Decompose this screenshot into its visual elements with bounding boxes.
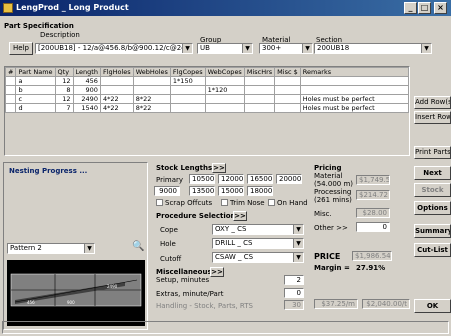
title-bar: LengProd _ Long Product — [0, 0, 451, 16]
insert-row-button[interactable]: Insert Row(s) — [414, 111, 451, 124]
material-cost-field: $1,749.52 — [356, 175, 390, 185]
pricing-heading: Pricing — [314, 164, 342, 172]
stock-length-field[interactable]: 12000 — [218, 174, 244, 184]
price-label: PRICE — [314, 252, 341, 261]
app-icon — [3, 3, 13, 13]
stock-length-field[interactable]: 18000 — [247, 186, 273, 196]
trim-nose-checkbox[interactable] — [221, 199, 228, 206]
setups-field[interactable]: 2 — [284, 275, 304, 285]
processing-cost-field: $214.72 — [356, 190, 390, 200]
col-header[interactable]: FlgHoles — [99, 67, 134, 77]
status-bar — [2, 321, 449, 334]
col-header[interactable]: Remarks — [299, 67, 410, 77]
options-button[interactable]: Options — [414, 201, 451, 215]
stock-button: Stock — [414, 183, 451, 197]
cut-list-button[interactable]: Cut-List — [414, 243, 451, 257]
price-field: $1,986.54 — [352, 251, 392, 261]
hole-dropdown[interactable]: DRILL _ CS ▼ — [212, 238, 304, 249]
group-dropdown[interactable]: UB ▼ — [197, 43, 253, 54]
handling-label: Handling - Stock, Parts, RTS — [156, 302, 253, 310]
table-row[interactable]: d 7 1540 4*22 8*22 Holes must be perfect — [4, 103, 410, 113]
procedure-more-button[interactable]: >> — [233, 211, 247, 221]
on-hand-checkbox[interactable] — [268, 199, 275, 206]
cope-label: Cope — [160, 226, 178, 234]
col-header[interactable]: WebCopes — [204, 67, 245, 77]
nesting-progress-label: Nesting Progress ... — [9, 167, 88, 175]
description-label: Description — [40, 31, 80, 39]
col-header[interactable]: Qty — [54, 67, 74, 77]
close-button[interactable]: × — [434, 2, 447, 14]
stock-length-field[interactable]: 9000 — [154, 186, 180, 196]
col-header[interactable]: FlgCopes — [169, 67, 206, 77]
nest-preview: 456 900 2490 — [7, 260, 145, 326]
cutoff-dropdown[interactable]: CSAW _ CS ▼ — [212, 252, 304, 263]
ok-button[interactable]: OK — [414, 299, 451, 313]
table-row[interactable]: a 12 456 1*150 — [4, 76, 410, 86]
procedure-heading: Procedure Selection — [156, 212, 236, 220]
processing-label: Processing — [314, 188, 352, 196]
price-per-metre-field: $37.25/m — [314, 299, 358, 309]
add-row-button[interactable]: Add Row(s) — [414, 96, 451, 109]
parts-table[interactable]: # Part Name Qty Length FlgHoles WebHoles… — [4, 67, 410, 113]
nest-label: 456 — [27, 300, 35, 305]
maximize-button[interactable]: □ — [418, 2, 431, 14]
summary-button[interactable]: Summary — [414, 224, 451, 238]
col-header[interactable]: Part Name — [15, 67, 56, 77]
misc-cost-field: $28.00 — [356, 208, 390, 218]
material-length-label: (54.000 m) — [314, 180, 353, 188]
window-title: LengProd _ Long Product — [16, 3, 129, 12]
table-row[interactable]: c 12 2490 4*22 8*22 Holes must be perfect — [4, 94, 410, 104]
cutoff-label: Cutoff — [160, 255, 182, 263]
stock-length-field[interactable]: 20000 — [276, 174, 302, 184]
other-cost-field[interactable]: 0 — [356, 222, 390, 232]
section-dropdown[interactable]: 200UB18 ▼ — [314, 43, 432, 54]
on-hand-label: On Hand — [277, 199, 308, 207]
zoom-icon[interactable]: 🔍 — [132, 241, 144, 253]
material-cost-label: Material — [314, 172, 343, 180]
col-header[interactable]: Misc $ — [274, 67, 301, 77]
stock-lengths-heading: Stock Lengths — [156, 164, 213, 172]
extras-field[interactable]: 0 — [284, 288, 304, 298]
processing-mins-label: (261 mins) — [314, 196, 352, 204]
stock-length-field[interactable]: 16500 — [247, 174, 273, 184]
help-button[interactable]: Help — [9, 42, 33, 55]
print-parts-list-button[interactable]: Print Parts List — [414, 146, 451, 159]
scrap-offcuts-checkbox[interactable] — [156, 199, 163, 206]
margin-value: 27.91% — [356, 264, 386, 272]
trim-nose-label: Trim Nose — [230, 199, 265, 207]
nest-diagram: 456 900 2490 — [10, 273, 142, 307]
primary-label: Primary — [156, 176, 184, 184]
scrap-offcuts-label: Scrap Offcuts — [165, 199, 213, 207]
description-dropdown[interactable]: [200UB18] - 12/a@456.8/b@900.12/c@2490.7… — [35, 43, 193, 54]
price-per-tonne-field: $2,040.00/t — [362, 299, 410, 309]
stock-length-field[interactable]: 10500 — [189, 174, 215, 184]
handling-field: 30 — [284, 300, 304, 310]
misc-heading: Miscellaneous — [156, 268, 212, 276]
col-header[interactable]: # — [4, 67, 17, 77]
misc-more-button[interactable]: >> — [210, 267, 224, 277]
table-row[interactable]: b 8 900 1*120 — [4, 85, 410, 95]
parts-header-row: # Part Name Qty Length FlgHoles WebHoles… — [4, 67, 410, 77]
stock-more-button[interactable]: >> — [212, 163, 226, 173]
nest-label: 900 — [67, 300, 75, 305]
minimize-button[interactable]: _ — [404, 2, 417, 14]
col-header[interactable]: Length — [72, 67, 101, 77]
parts-grid[interactable]: # Part Name Qty Length FlgHoles WebHoles… — [4, 66, 410, 156]
part-spec-heading: Part Specification — [4, 22, 74, 30]
setups-label: Setup, minutes — [156, 276, 210, 284]
stock-length-field[interactable]: 13500 — [189, 186, 215, 196]
col-header[interactable]: MiscHrs — [243, 67, 276, 77]
pattern-dropdown[interactable]: Pattern 2 ▼ — [7, 243, 95, 254]
next-button[interactable]: Next — [414, 166, 451, 180]
other-label[interactable]: Other >> — [314, 224, 348, 232]
col-header[interactable]: WebHoles — [132, 67, 171, 77]
material-dropdown[interactable]: 300+ ▼ — [259, 43, 313, 54]
cope-dropdown[interactable]: OXY _ CS ▼ — [212, 224, 304, 235]
misc-cost-label: Misc. — [314, 210, 332, 218]
extras-label: Extras, minute/Part — [156, 290, 224, 298]
hole-label: Hole — [160, 240, 176, 248]
margin-label: Margin = — [314, 264, 350, 272]
nest-label: 2490 — [107, 284, 118, 289]
stock-length-field[interactable]: 15000 — [218, 186, 244, 196]
